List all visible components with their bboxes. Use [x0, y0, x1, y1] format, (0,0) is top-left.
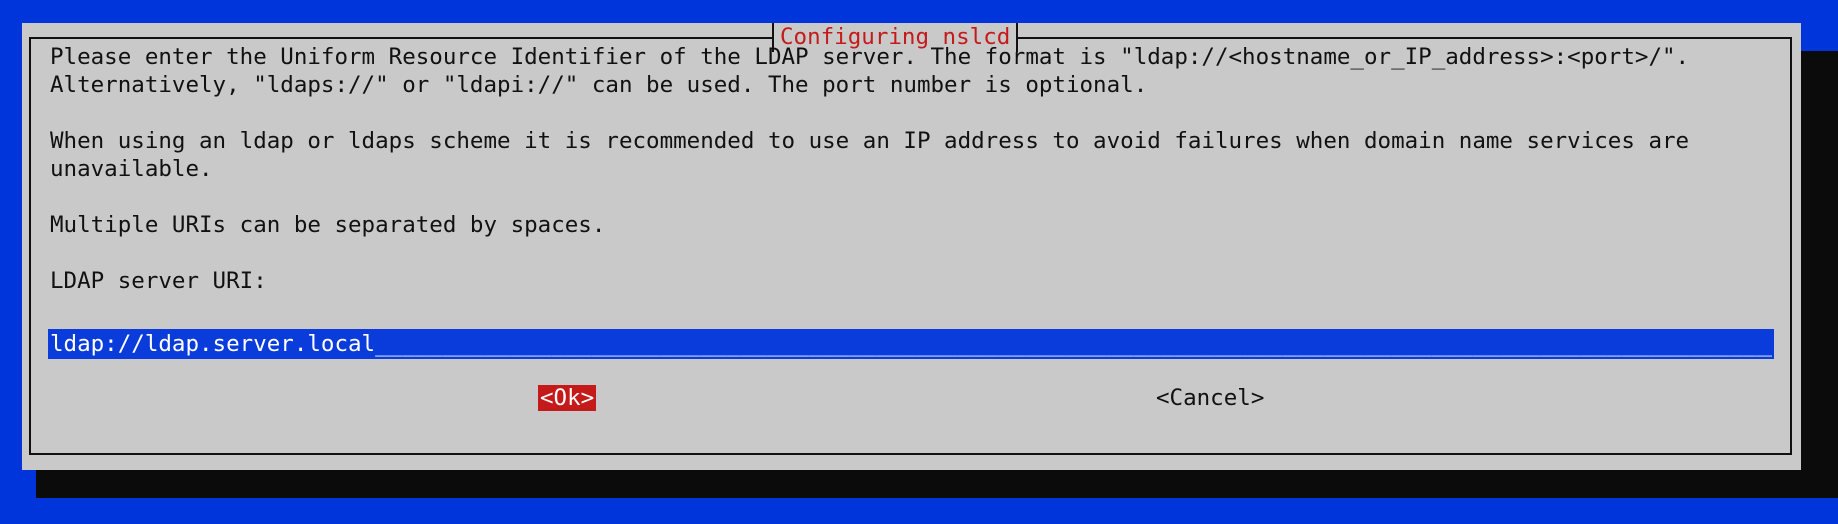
- description-line: Multiple URIs can be separated by spaces…: [50, 212, 606, 238]
- input-fill: ________________________________________…: [375, 331, 1772, 357]
- description-line: unavailable.: [50, 156, 213, 182]
- ok-button[interactable]: <Ok>: [538, 385, 597, 411]
- ldap-uri-value: ldap://ldap.server.local: [50, 331, 376, 357]
- dialog-shadow-right: [1801, 51, 1838, 498]
- cancel-button[interactable]: <Cancel>: [1154, 385, 1266, 411]
- description-line: Alternatively, "ldaps://" or "ldapi://" …: [50, 72, 1148, 98]
- field-label: LDAP server URI:: [50, 268, 267, 294]
- description-line: When using an ldap or ldaps scheme it is…: [50, 128, 1690, 154]
- configure-dialog: Configuring nslcd Please enter the Unifo…: [22, 23, 1801, 470]
- ldap-uri-input[interactable]: ldap://ldap.server.local________________…: [48, 329, 1774, 359]
- dialog-shadow-bottom: [36, 470, 1838, 498]
- description-line: Please enter the Uniform Resource Identi…: [50, 44, 1690, 70]
- dialog-frame: [29, 37, 1792, 455]
